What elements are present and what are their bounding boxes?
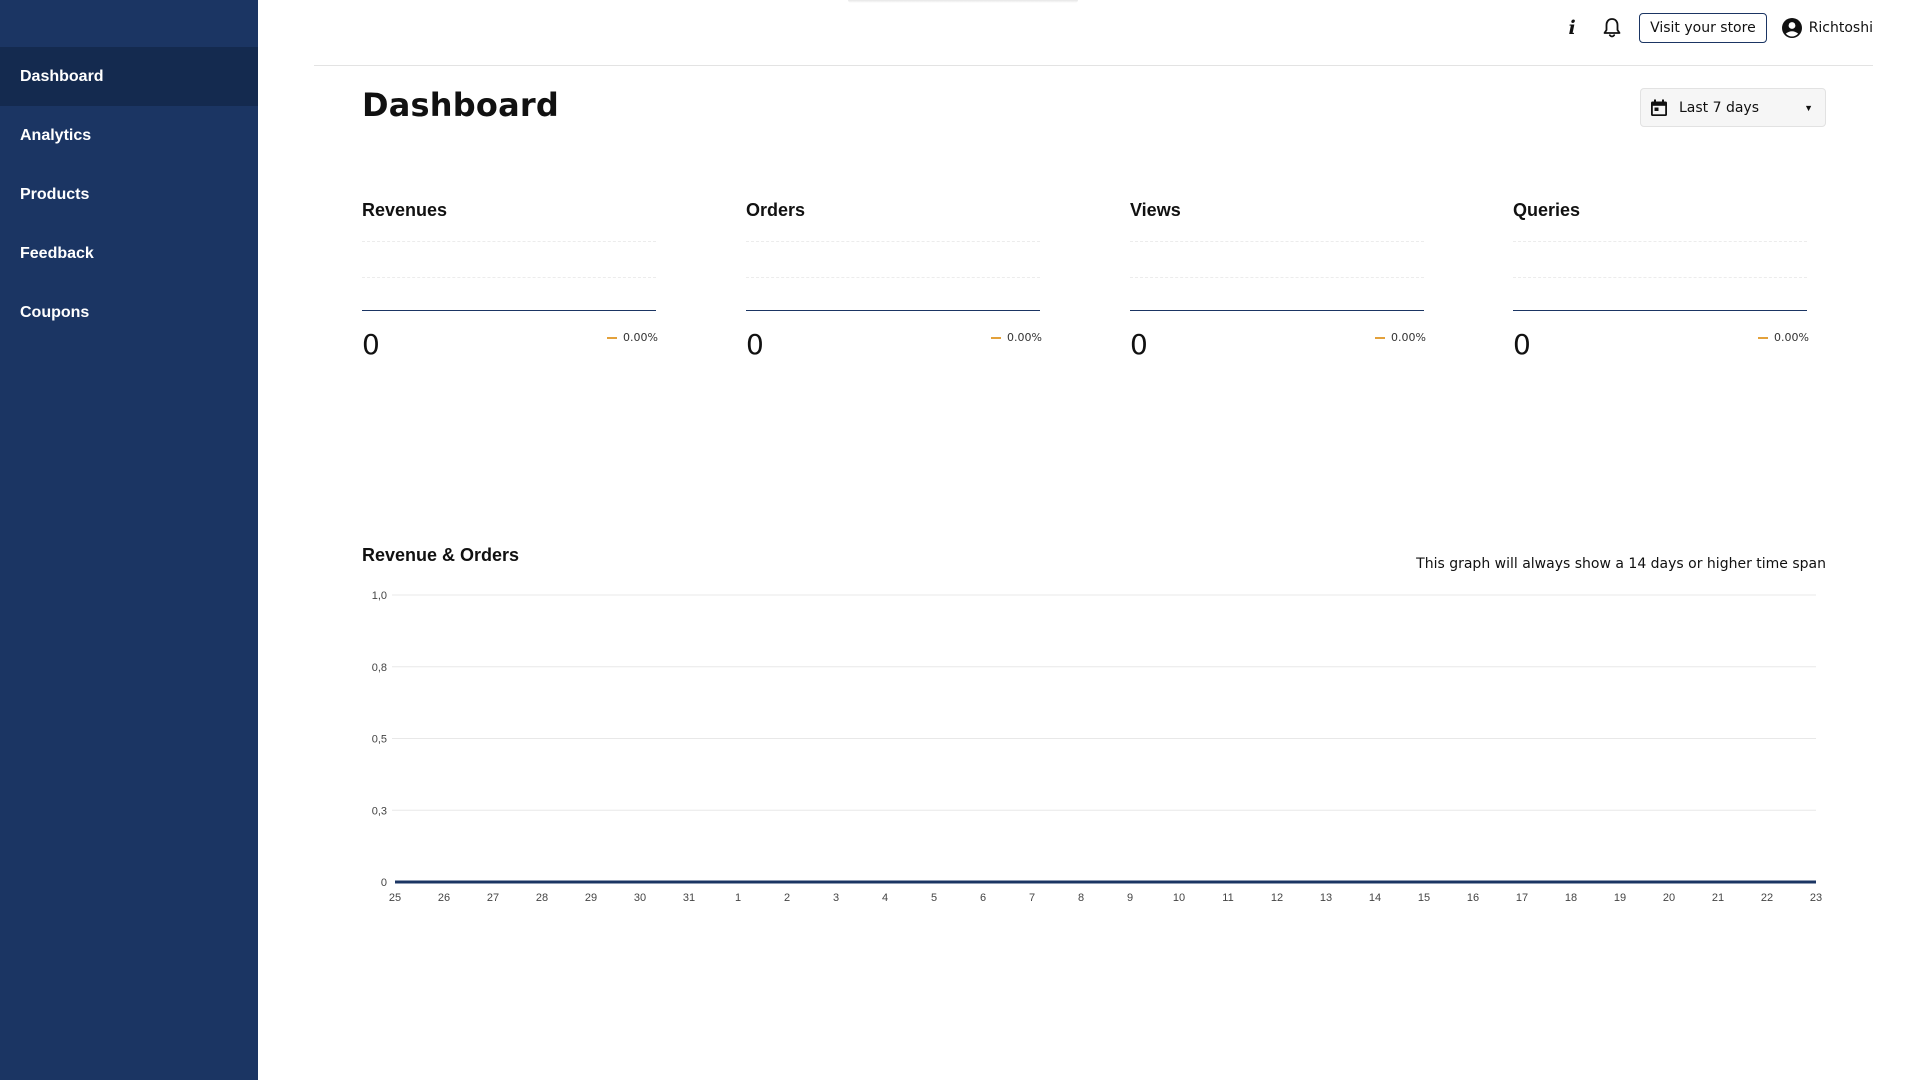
y-tick-label: 1,0 [372,590,387,602]
chevron-down-icon: ▼ [1804,102,1813,113]
x-tick-label: 19 [1614,892,1626,904]
x-tick-label: 28 [536,892,548,904]
y-tick-label: 0,3 [372,805,387,817]
x-tick-label: 2 [784,892,790,904]
stat-card-change: 0.00% [1758,331,1809,344]
x-tick-label: 8 [1078,892,1084,904]
sidebar-item-products[interactable]: Products [0,165,258,224]
stat-card-change-text: 0.00% [1007,331,1042,344]
stat-card-value: 0 [1513,328,1531,361]
stat-card-title: Queries [1513,200,1581,220]
chart-note: This graph will always show a 14 days or… [1416,556,1826,572]
sparkline-grid [1130,277,1424,278]
bell-icon[interactable] [1599,15,1625,41]
stat-card-views: Views 0 0.00% [1130,200,1426,370]
sparkline-line [1513,310,1807,311]
page-title: Dashboard [362,86,559,124]
x-tick-label: 7 [1029,892,1035,904]
x-tick-label: 3 [833,892,839,904]
x-tick-label: 13 [1320,892,1332,904]
username: Richtoshi [1808,20,1873,36]
sparkline-line [362,310,656,311]
x-tick-label: 15 [1418,892,1430,904]
stat-card-value: 0 [362,328,380,361]
x-tick-label: 16 [1467,892,1479,904]
neutral-trend-icon [607,336,618,339]
sparkline-grid [1513,277,1807,278]
x-tick-label: 12 [1271,892,1283,904]
stat-card-orders: Orders 0 0.00% [746,200,1042,370]
x-tick-label: 21 [1712,892,1724,904]
sparkline-grid [362,241,656,242]
sparkline-grid [1513,241,1807,242]
x-tick-label: 10 [1173,892,1185,904]
stat-card-value: 0 [1130,328,1148,361]
x-tick-label: 9 [1127,892,1133,904]
sparkline-grid [746,241,1040,242]
y-tick-label: 0,8 [372,662,387,674]
x-tick-label: 25 [389,892,401,904]
stat-card-value: 0 [746,328,764,361]
sidebar-item-dashboard[interactable]: Dashboard [0,47,258,106]
neutral-trend-icon [991,336,1002,339]
stat-card-change: 0.00% [991,331,1042,344]
x-tick-label: 6 [980,892,986,904]
x-tick-label: 1 [735,892,741,904]
calendar-icon [1651,99,1667,116]
stat-card-change: 0.00% [607,331,658,344]
neutral-trend-icon [1375,336,1386,339]
x-tick-label: 17 [1516,892,1528,904]
x-tick-label: 31 [683,892,695,904]
revenue-orders-chart: 00,30,50,81,025 26 27 28 29 30 31 1 2 3 4 5 6 7 8 9 10 11… [372,590,1822,904]
info-icon[interactable]: i [1559,15,1585,41]
stat-card-revenues: Revenues 0 0.00% [362,200,658,370]
x-tick-label: 22 [1761,892,1773,904]
topbar: i Visit your store Richtoshi [1559,12,1873,44]
x-tick-label: 20 [1663,892,1675,904]
visit-store-button[interactable]: Visit your store [1639,13,1767,43]
x-tick-label: 5 [931,892,937,904]
stat-card-change-text: 0.00% [1391,331,1426,344]
x-tick-label: 4 [882,892,888,904]
account-circle-icon [1781,18,1802,38]
neutral-trend-icon [1758,336,1769,339]
stat-card-title: Orders [746,200,806,220]
sidebar-item-feedback[interactable]: Feedback [0,224,258,283]
stat-card-change-text: 0.00% [1774,331,1809,344]
topbar-divider [314,65,1873,66]
x-tick-label: 23 [1810,892,1822,904]
x-tick-label: 26 [438,892,450,904]
sparkline-grid [746,277,1040,278]
user-menu[interactable]: Richtoshi [1781,17,1873,39]
stat-card-change: 0.00% [1375,331,1426,344]
topbar-shadow [848,0,1078,3]
chart-title: Revenue & Orders [362,545,520,565]
y-tick-label: 0,5 [372,734,387,746]
date-range-select[interactable]: Last 7 days ▼ [1640,88,1826,127]
sparkline-line [746,310,1040,311]
x-tick-label: 29 [585,892,597,904]
x-tick-label: 11 [1222,892,1233,904]
stat-card-title: Views [1130,200,1181,220]
y-tick-label: 0 [381,877,387,889]
stat-card-change-text: 0.00% [623,331,658,344]
sparkline-line [1130,310,1424,311]
stat-card-title: Revenues [362,200,448,220]
x-tick-label: 18 [1565,892,1577,904]
date-range-label: Last 7 days [1679,99,1760,116]
x-tick-label: 27 [487,892,499,904]
sparkline-grid [362,277,656,278]
stat-card-queries: Queries 0 0.00% [1513,200,1809,370]
x-tick-label: 14 [1369,892,1381,904]
sidebar-nav: Dashboard Analytics Products Feedback Co… [0,47,258,342]
sparkline-grid [1130,241,1424,242]
sidebar-item-analytics[interactable]: Analytics [0,106,258,165]
x-tick-label: 30 [634,892,646,904]
sidebar-item-coupons[interactable]: Coupons [0,283,258,342]
sidebar: Dashboard Analytics Products Feedback Co… [0,0,258,1080]
